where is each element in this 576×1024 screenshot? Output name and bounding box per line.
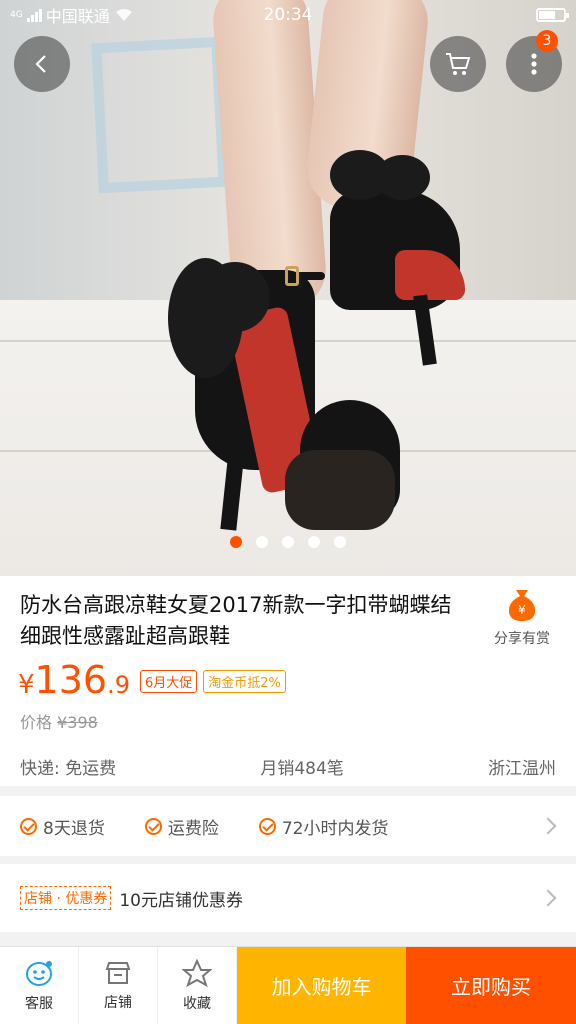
product-title: 防水台高跟凉鞋女夏2017新款一字扣带蝴蝶结细跟性感露趾超高跟鞋 <box>20 593 452 648</box>
battery-icon <box>536 8 569 22</box>
money-bag-icon: ¥ <box>507 588 537 622</box>
original-price: 价格 ¥398 <box>20 709 98 733</box>
status-bar: 4G 中国联通 20:34 <box>0 0 576 30</box>
service-label: 8天退货 <box>43 818 105 839</box>
carousel-dot[interactable] <box>308 536 320 548</box>
chevron-left-icon <box>35 55 46 73</box>
carousel-dot[interactable] <box>230 536 242 548</box>
more-button[interactable]: 3 <box>506 30 562 92</box>
service-label: 运费险 <box>167 818 219 839</box>
product-image-carousel[interactable] <box>0 0 576 576</box>
service-label: 72小时内发货 <box>281 818 389 839</box>
ship-location: 浙江温州 <box>488 759 556 779</box>
shop-label: 店铺 <box>104 994 132 1011</box>
favorite-label: 收藏 <box>183 995 211 1012</box>
buy-now-button[interactable]: 立即购买 <box>406 947 576 1024</box>
original-price-label: 价格 <box>20 713 53 732</box>
customer-service-button[interactable]: 客服 <box>0 947 79 1024</box>
shop-button[interactable]: 店铺 <box>79 947 158 1024</box>
svg-text:¥: ¥ <box>518 603 526 617</box>
coin-tag: 淘金币抵2% <box>203 670 286 693</box>
original-price-value: ¥398 <box>57 713 98 732</box>
notification-badge: 3 <box>536 30 558 52</box>
back-button[interactable] <box>14 36 70 92</box>
product-detail-screen: 4G 中国联通 20:34 3 防水台高跟凉鞋女夏2017新款一字扣带蝴蝶结细跟… <box>0 0 576 1024</box>
share-reward-button[interactable]: ¥ 分享有赏 <box>482 588 562 648</box>
price: ¥ 136 .9 6月大促 淘金币抵2% <box>18 658 286 702</box>
service-item: 8天退货 <box>20 814 105 839</box>
cart-button[interactable] <box>430 36 486 92</box>
shoe-platform <box>285 450 395 530</box>
shop-icon <box>105 961 131 984</box>
bow-back-right <box>375 155 430 200</box>
carousel-dot[interactable] <box>334 536 346 548</box>
more-vertical-icon <box>531 53 537 75</box>
bow-front-right <box>200 262 270 332</box>
service-item: 运费险 <box>144 814 219 839</box>
check-circle-icon <box>258 817 276 835</box>
chevron-right-icon <box>539 817 557 835</box>
service-guarantees-row[interactable]: 8天退货 运费险 72小时内发货 <box>0 796 576 856</box>
carousel-dot[interactable] <box>282 536 294 548</box>
check-circle-icon <box>20 817 37 835</box>
monthly-sales: 月销484笔 <box>260 759 344 779</box>
share-label: 分享有赏 <box>494 631 550 647</box>
bottom-action-bar: 客服 店铺 收藏 加入购物车 立即购买 <box>0 946 576 1024</box>
clock: 20:34 <box>263 5 313 25</box>
shipping-info: 快递: 免运费 <box>20 759 117 779</box>
product-info-panel: 防水台高跟凉鞋女夏2017新款一字扣带蝴蝶结细跟性感露趾超高跟鞋 ¥ 分享有赏 … <box>0 576 576 786</box>
cart-icon <box>446 53 471 75</box>
customer-service-icon <box>26 960 52 986</box>
chevron-right-icon <box>539 889 557 907</box>
carousel-indicator <box>0 536 576 548</box>
customer-service-label: 客服 <box>25 995 53 1012</box>
photo-window-frame <box>91 36 229 194</box>
check-circle-icon <box>144 817 162 835</box>
shop-coupon-row[interactable]: 店铺 · 优惠券 10元店铺优惠券 <box>0 864 576 932</box>
price-integer: 136 <box>34 658 108 702</box>
favorite-button[interactable]: 收藏 <box>158 947 237 1024</box>
price-decimal: .9 <box>107 671 130 699</box>
strap-buckle <box>285 266 299 286</box>
service-item: 72小时内发货 <box>258 814 389 839</box>
carousel-dot[interactable] <box>256 536 268 548</box>
add-to-cart-button[interactable]: 加入购物车 <box>237 947 406 1024</box>
price-currency: ¥ <box>18 670 35 700</box>
promo-tag: 6月大促 <box>139 670 198 693</box>
star-icon <box>182 958 212 987</box>
product-meta-row: 快递: 免运费 月销484笔 浙江温州 <box>20 754 556 779</box>
coupon-tag: 店铺 · 优惠券 <box>20 886 112 910</box>
coupon-text: 10元店铺优惠券 <box>119 890 243 911</box>
